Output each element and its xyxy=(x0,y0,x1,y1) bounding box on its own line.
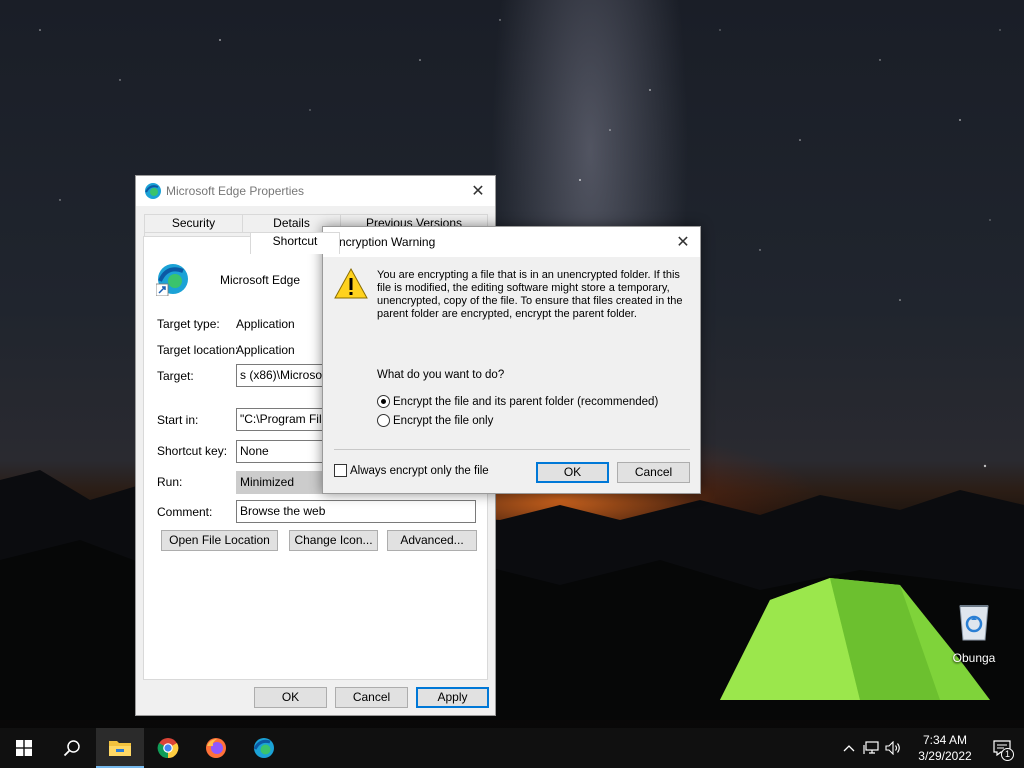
desktop-icon-obunga[interactable]: Obunga xyxy=(946,602,1002,665)
search-button[interactable] xyxy=(48,728,96,768)
clock-date: 3/29/2022 xyxy=(918,749,972,763)
search-icon xyxy=(63,740,80,757)
target-location-value: Application xyxy=(236,343,295,357)
file-explorer-icon xyxy=(109,741,131,756)
encryption-warning-dialog: Encryption Warning ✕ You are encrypting … xyxy=(322,226,701,494)
edge-icon xyxy=(145,183,161,199)
checkbox-icon xyxy=(334,464,347,477)
encryption-ok-button[interactable]: OK xyxy=(536,462,609,483)
advanced-button[interactable]: Advanced... xyxy=(387,530,477,551)
radio-encrypt-file-and-folder[interactable]: Encrypt the file and its parent folder (… xyxy=(377,395,658,408)
run-label: Run: xyxy=(157,475,183,489)
target-label: Target: xyxy=(157,369,194,383)
open-file-location-button[interactable]: Open File Location xyxy=(161,530,278,551)
edge-icon xyxy=(156,264,188,296)
chevron-up-icon[interactable] xyxy=(838,728,860,768)
target-type-value: Application xyxy=(236,317,295,331)
radio-selected-icon xyxy=(377,395,390,408)
comment-field[interactable]: Browse the web xyxy=(236,500,476,523)
taskbar: 7:34 AM 3/29/2022 1 xyxy=(0,728,1024,768)
checkbox-label: Always encrypt only the file xyxy=(350,464,489,477)
system-tray: 7:34 AM 3/29/2022 1 xyxy=(838,728,1024,768)
start-button[interactable] xyxy=(0,728,48,768)
target-location-label: Target location: xyxy=(157,343,239,357)
edge-icon xyxy=(253,738,274,758)
taskbar-edge[interactable] xyxy=(240,728,288,768)
properties-cancel-button[interactable]: Cancel xyxy=(335,687,408,708)
tab-security[interactable]: Security xyxy=(144,214,243,233)
chrome-icon xyxy=(157,738,179,759)
encryption-warning-titlebar[interactable]: Encryption Warning ✕ xyxy=(323,227,700,257)
taskbar-chrome[interactable] xyxy=(144,728,192,768)
properties-title: Microsoft Edge Properties xyxy=(166,184,305,198)
change-icon-button[interactable]: Change Icon... xyxy=(289,530,378,551)
encryption-warning-message: You are encrypting a file that is in an … xyxy=(377,269,683,320)
divider xyxy=(334,449,690,450)
start-icon xyxy=(16,740,32,756)
target-type-label: Target type: xyxy=(157,317,220,331)
desktop-icon-label: Obunga xyxy=(952,651,996,665)
radio-label: Encrypt the file only xyxy=(393,414,494,427)
properties-ok-button[interactable]: OK xyxy=(254,687,327,708)
close-icon[interactable]: ✕ xyxy=(461,176,495,206)
notification-button[interactable]: 1 xyxy=(980,728,1024,768)
warning-icon xyxy=(334,267,368,299)
clock-time: 7:34 AM xyxy=(922,733,968,747)
encryption-warning-title: Encryption Warning xyxy=(331,235,436,249)
encryption-question: What do you want to do? xyxy=(377,369,505,381)
taskbar-firefox[interactable] xyxy=(192,728,240,768)
comment-label: Comment: xyxy=(157,505,213,519)
shortcut-key-label: Shortcut key: xyxy=(157,444,228,458)
properties-titlebar[interactable]: Microsoft Edge Properties ✕ xyxy=(136,176,495,206)
firefox-icon xyxy=(206,738,226,758)
encryption-cancel-button[interactable]: Cancel xyxy=(617,462,690,483)
recycle-bin-icon xyxy=(959,605,989,641)
radio-label: Encrypt the file and its parent folder (… xyxy=(393,395,659,408)
taskbar-clock[interactable]: 7:34 AM 3/29/2022 xyxy=(910,732,980,764)
radio-unselected-icon xyxy=(377,414,390,427)
app-name: Microsoft Edge xyxy=(220,273,301,287)
always-encrypt-checkbox[interactable]: Always encrypt only the file xyxy=(334,464,489,477)
start-in-label: Start in: xyxy=(157,413,199,427)
tab-shortcut[interactable]: Shortcut xyxy=(250,232,340,254)
properties-apply-button[interactable]: Apply xyxy=(416,687,489,708)
taskbar-file-explorer[interactable] xyxy=(96,728,144,768)
notification-count-badge: 1 xyxy=(1001,748,1014,761)
volume-icon[interactable] xyxy=(882,728,904,768)
radio-encrypt-file-only[interactable]: Encrypt the file only xyxy=(377,414,493,427)
close-icon[interactable]: ✕ xyxy=(666,227,700,257)
network-icon[interactable] xyxy=(860,728,882,768)
